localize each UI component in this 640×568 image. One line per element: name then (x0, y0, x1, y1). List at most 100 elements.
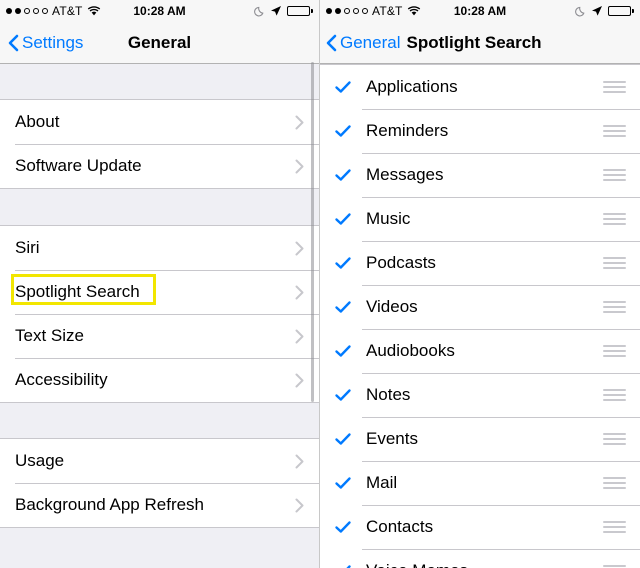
moon-icon (254, 6, 265, 17)
settings-group-2: Siri Spotlight Search Text Size Accessib… (0, 225, 319, 403)
spotlight-row-notes[interactable]: Notes (320, 373, 640, 417)
spotlight-item-label: Contacts (366, 517, 434, 536)
spotlight-items-group: Applications Reminders Messages Music Po… (320, 64, 640, 568)
reorder-handle-icon[interactable] (603, 477, 626, 489)
reorder-handle-icon[interactable] (603, 521, 626, 533)
settings-row-software-update[interactable]: Software Update (0, 144, 319, 188)
carrier-label: AT&T (372, 4, 403, 18)
spotlight-item-label: Reminders (366, 121, 449, 140)
spotlight-item-label: Music (366, 209, 411, 228)
settings-row-usage[interactable]: Usage (0, 439, 319, 483)
spotlight-row-mail[interactable]: Mail (320, 461, 640, 505)
spotlight-row-voice-memos[interactable]: Voice Memos (320, 549, 640, 568)
right-phone-screen: AT&T 10:28 AM General Spotlight Search A… (320, 0, 640, 568)
checkmark-icon (334, 386, 352, 404)
chevron-right-icon (295, 329, 304, 344)
status-bar-right: AT&T 10:28 AM (320, 0, 640, 22)
status-bar-left-group: AT&T (326, 4, 421, 18)
checkmark-icon (334, 122, 352, 140)
back-button-settings[interactable]: Settings (8, 33, 83, 53)
settings-group-1: About Software Update (0, 99, 319, 189)
spotlight-row-reminders[interactable]: Reminders (320, 109, 640, 153)
reorder-handle-icon[interactable] (603, 433, 626, 445)
reorder-handle-icon[interactable] (603, 213, 626, 225)
settings-row-background-app-refresh[interactable]: Background App Refresh (0, 483, 319, 527)
chevron-right-icon (295, 454, 304, 469)
spotlight-row-videos[interactable]: Videos (320, 285, 640, 329)
checkmark-slot[interactable] (334, 474, 362, 492)
spotlight-row-audiobooks[interactable]: Audiobooks (320, 329, 640, 373)
reorder-handle-icon[interactable] (603, 389, 626, 401)
nav-bar-right: General Spotlight Search (320, 22, 640, 64)
checkmark-slot[interactable] (334, 210, 362, 228)
status-bar-right-group (254, 5, 313, 17)
back-button-general[interactable]: General (326, 33, 400, 53)
battery-icon (287, 6, 313, 16)
left-list-scrollbar[interactable] (311, 62, 314, 402)
spotlight-item-label: Events (366, 429, 418, 448)
settings-row-text-size[interactable]: Text Size (0, 314, 319, 358)
row-label: Siri (15, 238, 40, 257)
wifi-icon (407, 5, 421, 17)
chevron-right-icon (295, 373, 304, 388)
settings-row-about[interactable]: About (0, 100, 319, 144)
status-bar-left-group: AT&T (6, 4, 101, 18)
checkmark-icon (334, 210, 352, 228)
chevron-right-icon (295, 241, 304, 256)
spotlight-row-contacts[interactable]: Contacts (320, 505, 640, 549)
checkmark-icon (334, 254, 352, 272)
checkmark-slot[interactable] (334, 430, 362, 448)
row-label: About (15, 112, 60, 131)
settings-row-accessibility[interactable]: Accessibility (0, 358, 319, 402)
moon-icon (575, 6, 586, 17)
checkmark-slot[interactable] (334, 562, 362, 568)
reorder-handle-icon[interactable] (603, 345, 626, 357)
spotlight-row-applications[interactable]: Applications (320, 65, 640, 109)
spotlight-item-label: Messages (366, 165, 444, 184)
left-phone-screen: AT&T 10:28 AM Settings General About Sof… (0, 0, 320, 568)
back-button-label: General (340, 32, 401, 52)
checkmark-icon (334, 78, 352, 96)
checkmark-icon (334, 342, 352, 360)
checkmark-icon (334, 562, 352, 568)
status-bar-left: AT&T 10:28 AM (0, 0, 319, 22)
reorder-handle-icon[interactable] (603, 81, 626, 93)
carrier-label: AT&T (52, 4, 83, 18)
spotlight-row-messages[interactable]: Messages (320, 153, 640, 197)
chevron-left-icon (326, 34, 337, 52)
spotlight-row-podcasts[interactable]: Podcasts (320, 241, 640, 285)
chevron-right-icon (295, 115, 304, 130)
reorder-handle-icon[interactable] (603, 257, 626, 269)
row-label: Text Size (15, 326, 84, 345)
checkmark-icon (334, 430, 352, 448)
settings-group-3: Usage Background App Refresh (0, 438, 319, 528)
checkmark-slot[interactable] (334, 254, 362, 272)
reorder-handle-icon[interactable] (603, 169, 626, 181)
settings-row-siri[interactable]: Siri (0, 226, 319, 270)
nav-bar-left: Settings General (0, 22, 319, 64)
general-settings-list: About Software Update Siri Spotlight Sea… (0, 64, 319, 568)
back-button-label: Settings (22, 32, 84, 52)
row-label: Background App Refresh (15, 495, 205, 514)
checkmark-icon (334, 166, 352, 184)
checkmark-slot[interactable] (334, 166, 362, 184)
battery-icon (608, 6, 634, 16)
spotlight-row-events[interactable]: Events (320, 417, 640, 461)
spotlight-item-label: Voice Memos (362, 561, 603, 568)
wifi-icon (87, 5, 101, 17)
checkmark-icon (334, 298, 352, 316)
checkmark-slot[interactable] (334, 122, 362, 140)
checkmark-slot[interactable] (334, 342, 362, 360)
list-gap-1 (0, 189, 319, 225)
reorder-handle-icon[interactable] (603, 125, 626, 137)
checkmark-slot[interactable] (334, 298, 362, 316)
spotlight-row-music[interactable]: Music (320, 197, 640, 241)
list-gap-2 (0, 403, 319, 438)
checkmark-slot[interactable] (334, 78, 362, 96)
settings-row-spotlight-search[interactable]: Spotlight Search (0, 270, 319, 314)
checkmark-slot[interactable] (334, 518, 362, 536)
chevron-left-icon (8, 34, 19, 52)
checkmark-slot[interactable] (334, 386, 362, 404)
checkmark-icon (334, 518, 352, 536)
reorder-handle-icon[interactable] (603, 301, 626, 313)
